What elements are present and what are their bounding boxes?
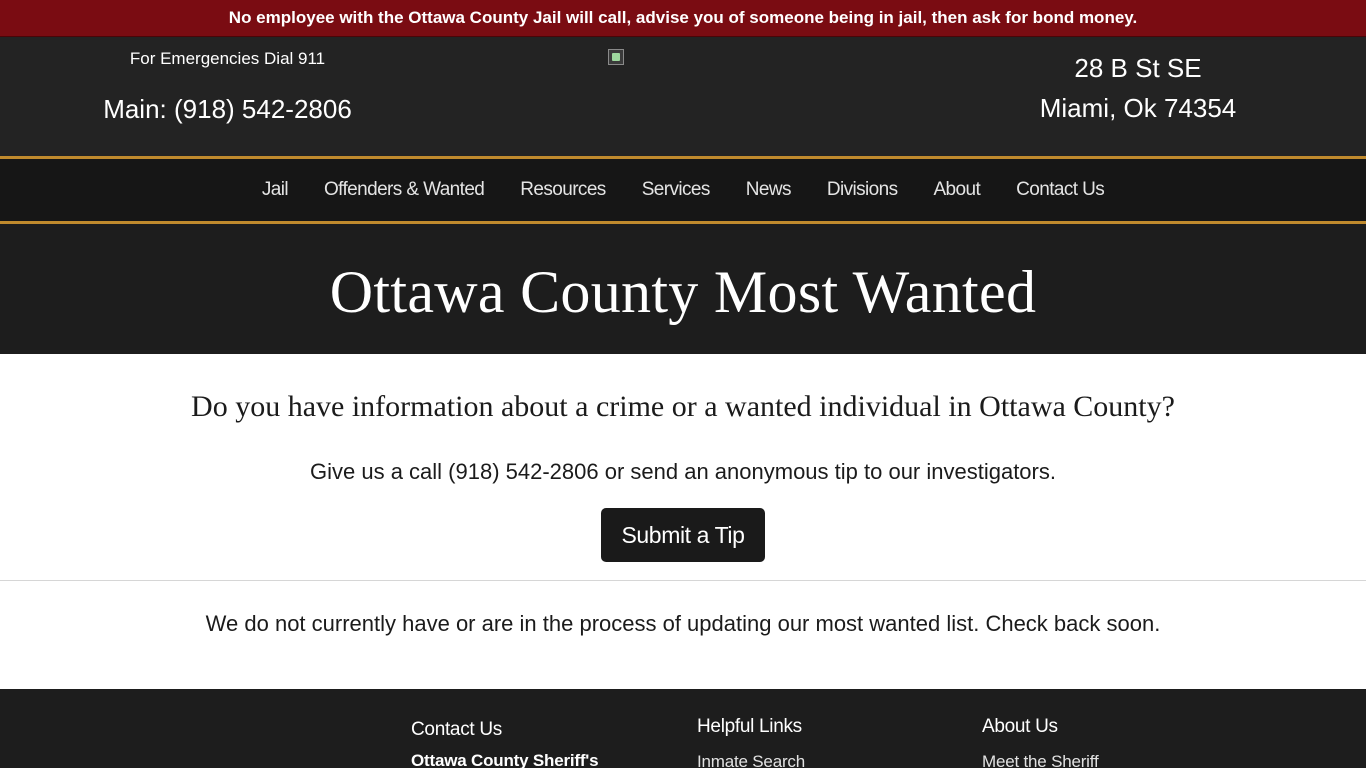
nav-item-divisions[interactable]: Divisions [827,179,898,201]
section-divider [0,580,1366,581]
main-phone[interactable]: Main: (918) 542-2806 [0,94,455,125]
footer-link-inmate-search[interactable]: Inmate Search [697,752,805,768]
hero-banner: Ottawa County Most Wanted [0,224,1366,354]
footer-contact-column: Contact Us Ottawa County Sheriff's [411,719,599,768]
tip-question: Do you have information about a crime or… [191,390,1175,423]
footer-about-column: About Us Meet the Sheriff [982,716,1099,768]
nav-item-news[interactable]: News [746,179,792,201]
nav-item-offenders-wanted[interactable]: Offenders & Wanted [324,179,485,201]
main-nav: Jail Offenders & Wanted Resources Servic… [0,156,1366,224]
footer-org-name: Ottawa County Sheriff's [411,751,599,768]
site-footer: Contact Us Ottawa County Sheriff's Helpf… [0,689,1366,768]
footer-contact-heading: Contact Us [411,719,502,740]
nav-item-services[interactable]: Services [642,179,711,201]
alert-banner: No employee with the Ottawa County Jail … [0,0,1366,37]
page-title: Ottawa County Most Wanted [329,258,1037,325]
footer-helpful-heading: Helpful Links [697,716,802,737]
address-line1: 28 B St SE [1074,53,1202,83]
footer-helpful-links-column: Helpful Links Inmate Search [697,716,805,768]
footer-link-meet-sheriff[interactable]: Meet the Sheriff [982,752,1099,768]
header-contact: For Emergencies Dial 911 Main: (918) 542… [0,37,455,156]
alert-text: No employee with the Ottawa County Jail … [228,8,1138,27]
nav-item-resources[interactable]: Resources [520,179,606,201]
submit-tip-button[interactable]: Submit a Tip [601,508,765,562]
call-instructions: Give us a call (918) 542-2806 or send an… [310,459,1056,484]
header-address: 28 B St SE Miami, Ok 74354 [910,37,1366,156]
nav-item-contact-us[interactable]: Contact Us [1016,179,1105,201]
address-line2: Miami, Ok 74354 [1039,93,1237,123]
footer-about-heading: About Us [982,716,1058,737]
emergency-text: For Emergencies Dial 911 [129,49,326,68]
nav-item-jail[interactable]: Jail [262,179,289,201]
nav-item-about[interactable]: About [933,179,980,201]
most-wanted-status: We do not currently have or are in the p… [205,611,1161,636]
broken-image-icon[interactable] [608,49,624,65]
site-header: For Emergencies Dial 911 Main: (918) 542… [0,37,1366,156]
